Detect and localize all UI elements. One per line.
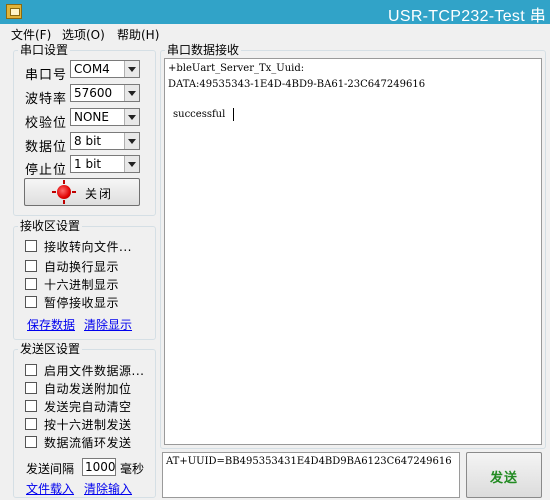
databits-select[interactable]: 8 bit [70,132,140,150]
led-ray [72,191,76,193]
option-label: 十六进制显示 [44,278,120,292]
option-label: 发送完自动清空 [44,400,132,414]
baud-label: 波特率 [25,92,68,107]
checkbox[interactable] [25,436,37,448]
receive-line: +bleUart_Server_Tx_Uuid: [168,63,305,74]
send-input[interactable]: AT+UUID=BB495353431E4D4BD9BA6123C6472496… [162,452,460,498]
databits-value: 8 bit [74,134,102,148]
databits-label: 数据位 [25,140,68,155]
baud-select[interactable]: 57600 [70,84,140,102]
stopbits-value: 1 bit [74,157,102,171]
title-bar: USR-TCP232-Test 串 [0,0,550,25]
option-label: 暂停接收显示 [44,296,120,310]
save-data-link[interactable]: 保存数据 [27,316,75,333]
app-icon [6,4,22,19]
send-interval-unit: 毫秒 [120,462,145,476]
port-select[interactable]: COM4 [70,60,140,78]
send-settings-legend: 发送区设置 [20,342,81,356]
menu-file[interactable]: 文件(F) [11,26,51,43]
chevron-down-icon[interactable] [124,61,139,77]
send-input-text: AT+UUID=BB495353431E4D4BD9BA6123C6472496… [166,456,452,467]
parity-label: 校验位 [25,116,68,131]
send-interval-input[interactable]: 1000 [82,458,116,476]
close-port-button[interactable]: 关闭 [24,178,140,206]
port-label: 串口号 [25,68,68,83]
checkbox[interactable] [25,418,37,430]
stopbits-label: 停止位 [25,163,68,178]
chevron-down-icon[interactable] [124,109,139,125]
send-button-label: 发送 [489,471,518,486]
menu-bar: 文件(F) 选项(O) 帮助(H) [0,24,550,44]
checkbox[interactable] [25,260,37,272]
window-title: USR-TCP232-Test 串 [388,8,547,25]
clear-display-link[interactable]: 清除显示 [84,316,132,333]
parity-value: NONE [74,110,109,124]
send-button[interactable]: 发送 [466,452,542,498]
clear-input-link[interactable]: 清除输入 [84,480,132,497]
load-file-link[interactable]: 文件载入 [26,480,74,497]
close-button-label: 关闭 [85,187,114,201]
checkbox[interactable] [25,278,37,290]
led-ray [52,191,56,193]
receive-settings-legend: 接收区设置 [20,219,81,233]
led-ray [63,180,65,184]
option-label: 按十六进制发送 [44,418,132,432]
receive-textarea[interactable]: +bleUart_Server_Tx_Uuid: DATA:49535343-1… [164,58,542,445]
checkbox[interactable] [25,364,37,376]
baud-value: 57600 [74,86,113,100]
chevron-down-icon[interactable] [124,133,139,149]
chevron-down-icon[interactable] [124,156,139,172]
receive-line: DATA:49535343-1E4D-4BD9-BA61-23C64724961… [168,79,426,90]
receive-line: successful [173,109,226,120]
option-label: 数据流循环发送 [44,436,132,450]
send-interval-label: 发送间隔 [26,462,75,476]
menu-help[interactable]: 帮助(H) [117,26,159,43]
stopbits-select[interactable]: 1 bit [70,155,140,173]
led-ray [63,200,65,204]
checkbox[interactable] [25,400,37,412]
checkbox[interactable] [25,296,37,308]
checkbox[interactable] [25,240,37,252]
option-label: 启用文件数据源... [44,364,145,378]
receive-panel-legend: 串口数据接收 [167,43,240,57]
option-label: 自动换行显示 [44,260,120,274]
menu-options[interactable]: 选项(O) [62,26,105,43]
option-label: 自动发送附加位 [44,382,132,396]
chevron-down-icon[interactable] [124,85,139,101]
port-value: COM4 [74,62,110,76]
option-label: 接收转向文件... [44,240,132,254]
text-caret [233,108,234,121]
parity-select[interactable]: NONE [70,108,140,126]
checkbox[interactable] [25,382,37,394]
serial-settings-legend: 串口设置 [20,43,69,57]
status-led-icon [57,185,71,199]
